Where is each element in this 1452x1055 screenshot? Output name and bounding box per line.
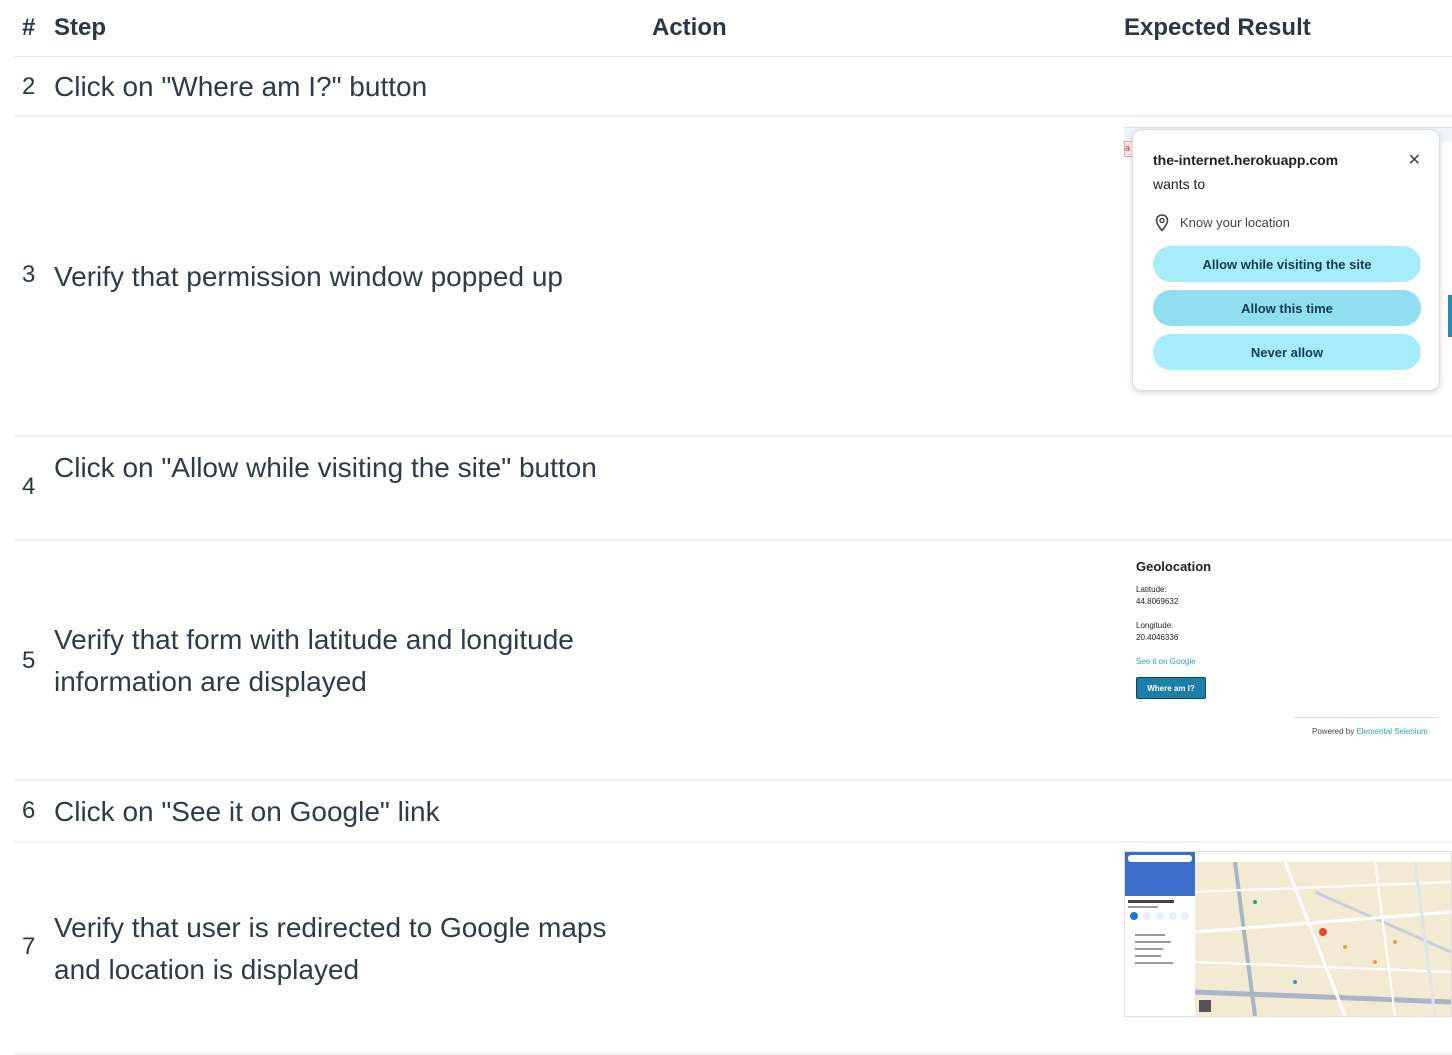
row-number: 3 [22, 261, 36, 288]
map-area [1194, 852, 1451, 1016]
table-row: 6 Click on "See it on Google" link [14, 781, 1452, 843]
geolocation-title: Geolocation [1136, 559, 1212, 574]
allow-this-time-button[interactable]: Allow this time [1153, 290, 1421, 326]
maps-side-panel [1125, 852, 1196, 1016]
permission-screenshot: a the-internet.herokuapp.com wants to ✕ … [1124, 127, 1452, 391]
powered-by: Powered by Elemental Selenium [1312, 727, 1428, 736]
table-row: 2 Click on "Where am I?" button [14, 57, 1452, 117]
table-header: # Step Action Expected Result [14, 0, 1452, 57]
row-step: Verify that user is redirected to Google… [54, 912, 607, 985]
map-roads [1194, 852, 1451, 1016]
close-icon[interactable]: ✕ [1408, 150, 1421, 170]
elemental-selenium-link[interactable]: Elemental Selenium [1356, 727, 1427, 736]
google-maps-screenshot [1124, 851, 1452, 1017]
header-action: Action [652, 14, 727, 41]
test-steps-table: # Step Action Expected Result 2 Click on… [14, 0, 1452, 1055]
permission-know-location: Know your location [1180, 215, 1290, 230]
row-number: 6 [22, 797, 36, 824]
row-step: Verify that permission window popped up [54, 261, 563, 292]
header-step: Step [54, 14, 107, 41]
never-allow-button[interactable]: Never allow [1153, 334, 1421, 370]
permission-wants: wants to [1153, 176, 1206, 192]
row-step: Click on "Where am I?" button [54, 71, 428, 102]
row-number: 2 [22, 73, 36, 100]
permission-site: the-internet.herokuapp.com [1153, 152, 1339, 168]
row-number: 4 [22, 473, 36, 500]
row-number: 5 [22, 647, 36, 674]
powered-by-prefix: Powered by [1312, 727, 1357, 736]
panel-details [1128, 855, 1192, 964]
footer-divider [1294, 717, 1438, 718]
geolocation-screenshot: Geolocation Latitude: 44.8069632 Longitu… [1136, 559, 1452, 739]
table-row: 3 Verify that permission window popped u… [14, 117, 1452, 437]
row-step: Click on "Allow while visiting the site"… [54, 452, 597, 483]
location-pin-icon [1155, 214, 1169, 232]
permission-dialog: the-internet.herokuapp.com wants to ✕ Kn… [1132, 129, 1440, 391]
table-row: 4 Click on "Allow while visiting the sit… [14, 437, 1452, 541]
table-row: 7 Verify that user is redirected to Goog… [14, 843, 1452, 1055]
where-am-i-button[interactable]: Where am I? [1136, 677, 1206, 699]
longitude-value: 20.4046336 [1136, 633, 1179, 642]
row-step: Verify that form with latitude and longi… [54, 624, 574, 697]
table-row: 5 Verify that form with latitude and lon… [14, 541, 1452, 781]
row-step: Click on "See it on Google" link [54, 796, 440, 827]
latitude-value: 44.8069632 [1136, 597, 1179, 606]
side-button-fragment [1448, 295, 1452, 337]
allow-while-visiting-button[interactable]: Allow while visiting the site [1153, 246, 1421, 282]
header-num: # [22, 14, 36, 41]
latitude-label: Latitude: [1136, 585, 1167, 594]
see-on-google-link[interactable]: See it on Google [1136, 657, 1196, 666]
header-expected-result: Expected Result [1124, 14, 1311, 41]
row-number: 7 [22, 933, 36, 960]
longitude-label: Longitude: [1136, 621, 1174, 630]
